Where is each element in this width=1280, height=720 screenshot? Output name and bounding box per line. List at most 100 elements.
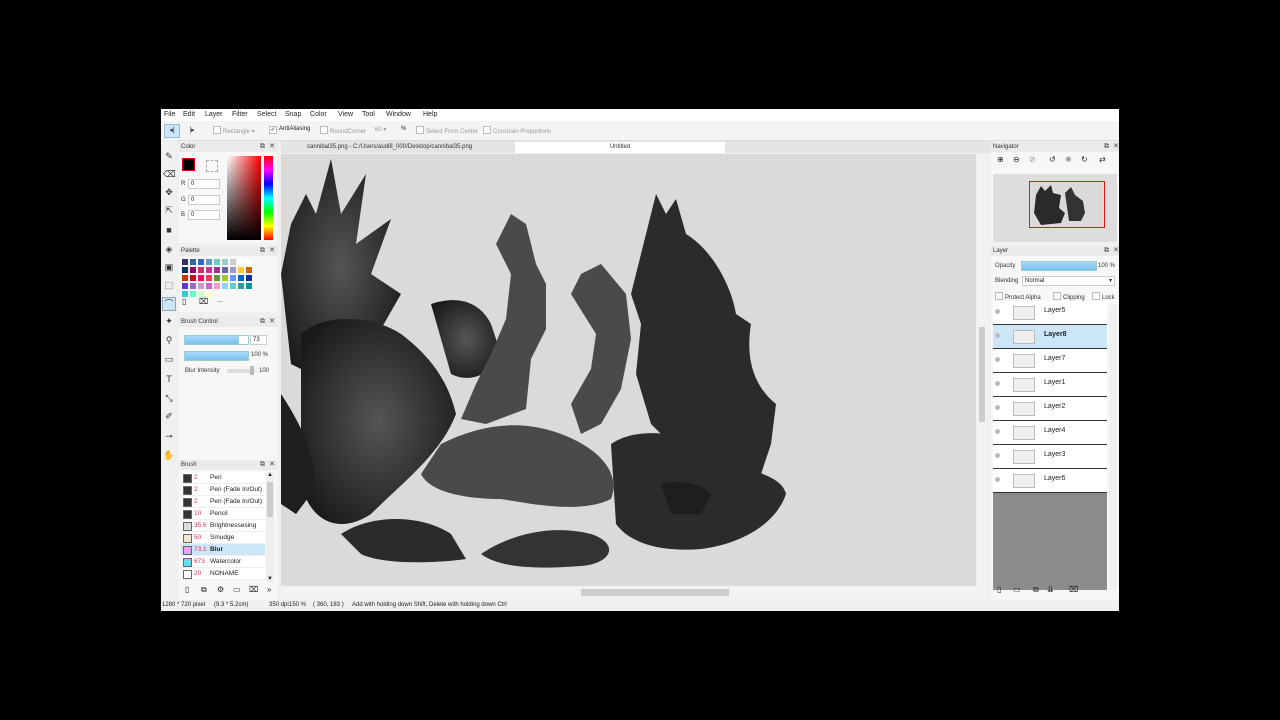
panel-dock-icon[interactable]: ⧉ [1104,142,1109,152]
protect-alpha-checkbox[interactable]: Protect Alpha [995,292,1041,301]
layer-row[interactable]: Layer6 [993,469,1107,493]
brush-settings-icon[interactable]: ⚙ [217,585,224,594]
palette-swatch[interactable] [214,275,220,281]
picker-tool-icon[interactable]: ⊸ [163,430,175,442]
brush-list-item[interactable]: 50 Smudge [181,532,265,544]
palette-swatch[interactable] [230,267,236,273]
brush-list-item[interactable]: 2 Pen [181,472,265,484]
hue-slider[interactable] [264,156,273,240]
canvas-hscroll-thumb[interactable] [581,589,729,596]
panel-close-icon[interactable]: ✕ [269,246,275,256]
menu-color[interactable]: Color [310,111,327,118]
panel-dock-icon[interactable]: ⧉ [260,142,265,152]
new-brush-icon[interactable]: ▯ [185,585,189,594]
palette-swatch[interactable] [190,283,196,289]
panel-dock-icon[interactable]: ⧉ [260,246,265,256]
eyedropper-tool-icon[interactable]: ⚲ [163,334,175,346]
gradient-tool-icon[interactable]: ▣ [163,261,175,273]
palette-swatch[interactable] [238,283,244,289]
menu-snap[interactable]: Snap [285,111,301,118]
palette-swatch[interactable] [182,259,188,265]
palette-swatch[interactable] [190,275,196,281]
brush-size-slider[interactable] [184,335,249,345]
new-layer-icon[interactable]: ▯ [997,585,1001,594]
layer-row[interactable]: Layer7 [993,349,1107,373]
roundcorner-checkbox[interactable]: RoundCorner [320,126,366,135]
b-input[interactable]: 0 [188,210,220,220]
new-folder-icon[interactable]: ▭ [1013,585,1021,594]
canvas-horizontal-scrollbar[interactable] [281,587,977,598]
visibility-eye-icon[interactable] [995,453,1000,458]
merge-layer-icon[interactable]: ⇊ [1047,585,1054,594]
palette-swatch[interactable] [238,275,244,281]
brush-opacity-slider[interactable] [184,351,249,361]
zoom-reset-icon[interactable]: ⊘ [1029,155,1036,164]
palette-swatch[interactable] [214,259,220,265]
roundcorner-value[interactable]: 60 ▾ [375,126,386,133]
palette-swatch[interactable] [246,283,252,289]
clipping-checkbox[interactable]: Clipping [1053,292,1085,301]
scroll-down-icon[interactable]: ▼ [266,576,274,582]
scroll-thumb[interactable] [267,482,273,517]
brush-list-item[interactable]: 35.6 Brightnessesing [181,520,265,532]
constrain-checkbox[interactable]: Constrain Proportions [483,126,551,135]
zoom-in-icon[interactable]: ⊕ [997,155,1004,164]
more-icon[interactable]: » [267,585,271,594]
palette-swatch[interactable] [222,275,228,281]
transparent-color-swatch[interactable] [206,160,218,172]
menu-tool[interactable]: Tool [362,111,375,118]
lock-checkbox[interactable]: Lock [1092,292,1115,301]
visibility-eye-icon[interactable] [995,477,1000,482]
flip-icon[interactable]: ⇄ [1099,155,1106,164]
palette-swatch[interactable] [206,283,212,289]
visibility-eye-icon[interactable] [995,309,1000,314]
shape-select[interactable]: Rectangle ▾ [213,126,255,135]
panel-close-icon[interactable]: ✕ [269,460,275,470]
tab-untitled[interactable]: Untitled [515,142,725,153]
duplicate-brush-icon[interactable]: ⧉ [201,585,207,595]
tab-cannibal35[interactable]: cannibal35.png - C:/Users/audi8_000/Desk… [281,142,513,153]
palette-swatch[interactable] [222,283,228,289]
eraser-tool-icon[interactable]: ⌫ [163,168,176,180]
scroll-up-icon[interactable]: ▲ [266,472,274,478]
brush-list-item[interactable]: 2 Pen (Fade In/Out) [181,496,265,508]
brush-list-item[interactable]: 73.1 Blur [181,544,265,556]
layer-opacity-slider[interactable] [1021,261,1097,271]
layer-row[interactable]: Layer3 [993,445,1107,469]
delete-layer-icon[interactable]: ⌧ [1069,585,1078,594]
panel-dock-icon[interactable]: ⧉ [260,460,265,470]
palette-swatch[interactable] [238,259,244,265]
brush-tool-icon[interactable]: ✐ [163,410,175,422]
panel-dock-icon[interactable]: ⧉ [260,317,265,327]
blending-select[interactable]: Normal ▾ [1022,276,1115,286]
text-tool-icon[interactable]: T [163,373,175,385]
brush-list-item[interactable]: 20 NONAME [181,568,265,580]
visibility-eye-icon[interactable] [995,333,1000,338]
delete-brush-icon[interactable]: ⌧ [249,585,258,594]
rotate-right-icon[interactable]: ↻ [1081,155,1088,164]
palette-swatch[interactable] [214,283,220,289]
color-sv-picker[interactable] [227,156,261,240]
brush-size-input[interactable]: 73 [250,335,267,345]
brush-list-item[interactable]: 2 Pen (Fade In/Out) [181,484,265,496]
panel-close-icon[interactable]: ✕ [1113,142,1119,152]
palette-swatch[interactable] [230,259,236,265]
lasso-tool-icon[interactable]: ⌒ [162,297,176,311]
delete-swatch-icon[interactable]: ⌧ [199,297,208,306]
layer-row[interactable]: Layer8 [993,325,1107,349]
menu-edit[interactable]: Edit [183,111,195,118]
palette-swatch[interactable] [222,267,228,273]
brush-list-item[interactable]: 10 Pencil [181,508,265,520]
move-tool-icon[interactable]: ✥ [163,186,175,198]
palette-swatch[interactable] [246,259,252,265]
navigator-viewport-frame[interactable] [1029,181,1105,228]
collapse-right-icon[interactable]: |▸ [184,124,200,138]
shape-tool-icon[interactable]: ▭ [163,353,175,365]
palette-swatch[interactable] [230,275,236,281]
palette-swatch[interactable] [190,259,196,265]
panel-close-icon[interactable]: ✕ [269,317,275,327]
brush-list-scrollbar[interactable]: ▲ ▼ [266,472,274,582]
transform-tool-icon[interactable]: ⤡ [163,392,175,404]
palette-swatch[interactable] [206,275,212,281]
brush-list-item[interactable]: 673 Watercolor [181,556,265,568]
